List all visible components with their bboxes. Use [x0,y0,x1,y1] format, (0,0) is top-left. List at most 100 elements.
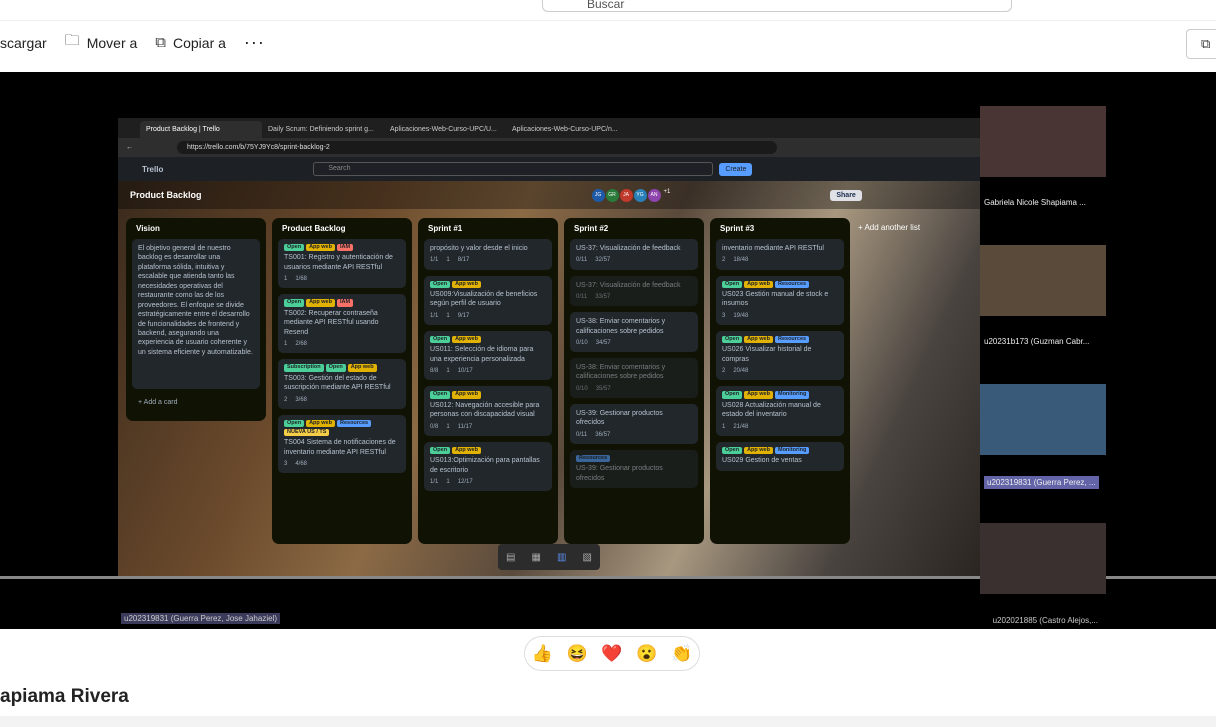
board-header: Product Backlog JG GR JA YG AN +1 Share [118,181,980,209]
card-text: US-37: Visualización de feedback [576,281,681,289]
label: Resources [336,419,372,428]
avatar[interactable]: GR [605,188,619,202]
copy-button[interactable]: ⧉ Copiar a [155,34,226,51]
create-button[interactable]: Create [719,162,753,176]
label: App web [744,446,773,455]
like-reaction-icon[interactable]: 👍 [532,644,553,664]
list-sprint-3: Sprint #3 inventario mediante API RESTfu… [710,218,850,544]
list-title[interactable]: Sprint #3 [720,224,844,233]
list-title[interactable]: Vision [136,224,260,233]
list-product-backlog: Product Backlog Open App web IAM TS001: Re… [272,218,412,544]
list-title[interactable]: Sprint #2 [574,224,698,233]
board-title[interactable]: Product Backlog [130,190,202,200]
list-card[interactable]: propósito y valor desde el inicio 1/1 1 8/1… [424,239,552,270]
label: Open [325,364,346,372]
search-box[interactable]: Buscar [542,0,1012,12]
card-text: El objetivo general de nuestro backlog e… [138,245,253,356]
add-list-button[interactable]: + Add another list [858,223,920,232]
layout-board-icon[interactable]: ▥ [557,552,566,563]
list-card[interactable]: Resources US-39: Gestionar productos ofre… [570,449,698,489]
layout-table-icon[interactable]: ▧ [583,552,592,563]
card-count: 21/48 [733,423,749,430]
participant-tile[interactable]: u202319831 (Guerra Perez, ... [980,384,1106,489]
list-card[interactable]: Open App web Monitoring US028 Actualización… [716,386,844,436]
label: App web [306,244,335,252]
applause-reaction-icon[interactable]: 👏 [671,644,692,664]
share-button[interactable]: Share [830,189,862,201]
participant-tile[interactable]: Gabriela Nicole Shapiama ... [980,106,1106,207]
label: Monitoring [774,391,810,399]
card-members: 2 [722,257,726,264]
list-card[interactable]: Open App web US012: Navegación accesible p… [424,386,552,436]
card-text: TS001: Registro y autenticación de usuar… [284,254,393,271]
participant-tile[interactable] [980,523,1106,594]
list-card[interactable]: US-38: Enviar comentarios y calificacion… [570,358,698,398]
layout-calendar-icon[interactable]: ▦ [532,552,541,563]
card-count: 18/48 [733,257,749,264]
more-options-button[interactable]: ··· [244,32,265,53]
card-checklist: 0/11 [576,431,588,438]
list-card[interactable]: US-38: Enviar comentarios y calificacion… [570,312,698,353]
browser-tab[interactable]: Aplicaciones-Web-Curso-UPC/U... [384,121,506,138]
list-card[interactable]: El objetivo general de nuestro backlog e… [132,239,260,389]
card-count: 35/57 [595,385,611,392]
trello-search[interactable]: Search [313,162,714,176]
label: IAM [336,299,354,307]
list-sprint-1: Sprint #1 propósito y valor desde el ini… [418,218,558,544]
avatar[interactable]: YG [633,188,647,202]
card-text: US029 Gestion de ventas [722,457,802,465]
avatar-more[interactable]: +1 [664,189,671,202]
list-vision: Vision El objetivo general de nuestro ba… [126,218,266,421]
list-card[interactable]: US-37: Visualización de feedback 0/11 32/5… [570,239,698,270]
label: Open [430,391,451,399]
label: Open [430,446,451,455]
layout-grid-icon[interactable]: ▤ [506,552,515,563]
card-members: 1 [284,276,288,283]
list-card[interactable]: Open App web Resources US023 Gestión manual… [716,275,844,325]
label: App web [452,335,481,344]
list-card[interactable]: Open App web IAM TS002: Recuperar contrase… [278,294,406,354]
download-button[interactable]: scargar [0,35,47,51]
card-text: TS004 Sistema de notificaciones de inven… [284,439,396,456]
add-card-button[interactable]: + Add a card [132,395,260,410]
browser-tab[interactable]: Aplicaciones-Web-Curso-UPC/n... [506,121,628,138]
list-card[interactable]: inventario mediante API RESTful 2 18/48 [716,239,844,270]
back-icon[interactable]: ← [126,144,133,151]
card-count: 19/48 [733,312,749,319]
browser-tab[interactable]: Daily Scrum: Definiendo sprint g... [262,121,384,138]
list-card[interactable]: Open App web US011: Selección de idioma pa… [424,330,552,381]
card-count: 4/68 [295,461,308,468]
list-card[interactable]: Open App web Monitoring US029 Gestion de ve… [716,441,844,471]
list-card[interactable]: US-39: Gestionar productos ofrecidos 0/11… [570,404,698,444]
list-card[interactable]: Subscription Open App web TS003: Gestión d… [278,359,406,409]
surprised-reaction-icon[interactable]: 😮 [636,644,657,664]
list-card[interactable]: Open App web US009:Visualización de benefi… [424,275,552,325]
list-card[interactable]: Open App web IAM TS001: Registro y autenti… [278,239,406,289]
heart-reaction-icon[interactable]: ❤️ [601,644,622,664]
participant-tile[interactable]: u20231b173 (Guzman Cabr... [980,245,1106,346]
card-checklist: 0/11 [576,293,588,300]
avatar[interactable]: AN [647,188,661,202]
card-text: propósito y valor desde el inicio [430,245,528,252]
list-title[interactable]: Product Backlog [282,224,406,233]
trello-logo[interactable]: Trello [142,165,163,174]
label: Subscription [284,364,324,372]
card-text: US012: Navegación accesible para persona… [430,401,540,419]
card-count: 11/17 [457,423,473,430]
list-card[interactable]: US-37: Visualización de feedback 0/11 33/5… [570,275,698,307]
teams-share-button[interactable]: ⧉ [1186,29,1216,59]
list-card[interactable]: Open App web Resources NUEVA US / TS TS004 … [278,414,406,474]
list-card[interactable]: Open App web US013:Optimización para panta… [424,441,552,492]
list-title[interactable]: Sprint #1 [428,224,552,233]
list-card[interactable]: Open App web Resources US026 Visualizar his… [716,330,844,381]
avatar[interactable]: JG [591,188,605,202]
move-button[interactable]: 🗀 Mover a [65,30,138,55]
card-checklist: 0/8 [430,423,439,430]
card-count: 32/57 [595,257,611,264]
card-text: US-37: Visualización de feedback [576,245,681,252]
label: App web [452,446,481,455]
avatar[interactable]: JA [619,188,633,202]
url-field[interactable]: https://trello.com/b/75YJ9Yc8/sprint-bac… [177,141,777,154]
laugh-reaction-icon[interactable]: 😆 [567,644,588,664]
browser-tab[interactable]: Product Backlog | Trello [140,121,262,138]
